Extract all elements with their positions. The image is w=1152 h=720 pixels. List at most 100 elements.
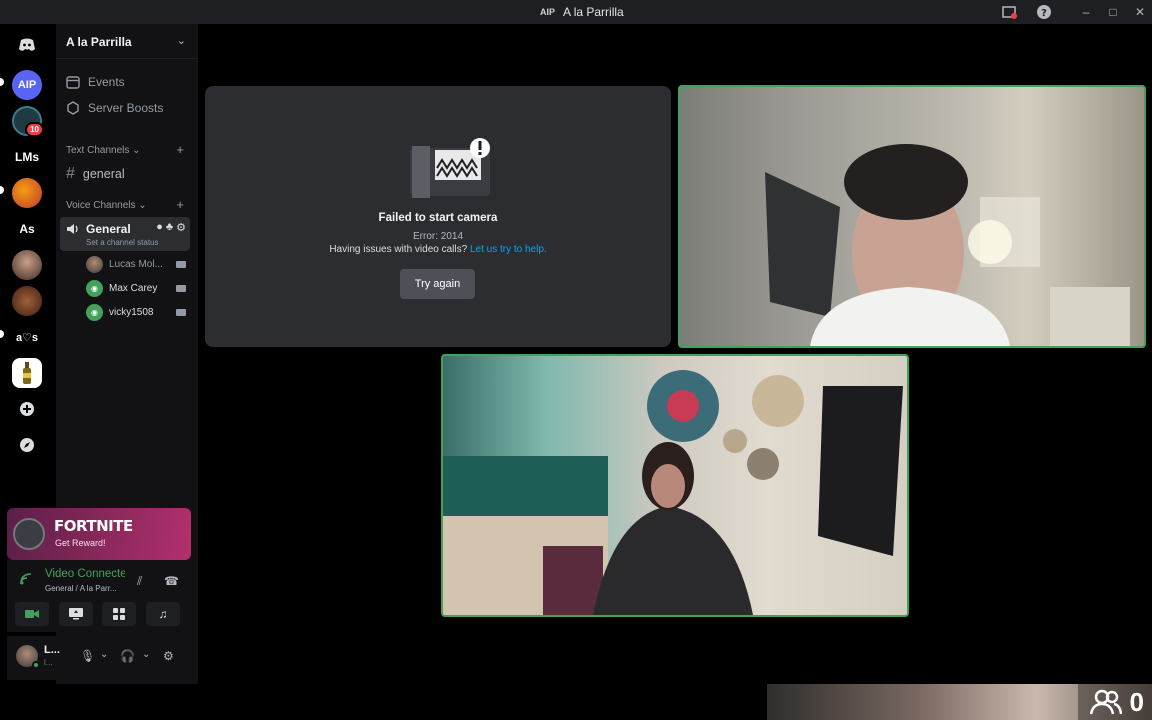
voice-channel-label: General	[86, 222, 131, 236]
help-icon[interactable]: ?	[1035, 4, 1053, 20]
hash-icon: #	[66, 165, 75, 182]
server-icon-as[interactable]: As	[12, 214, 42, 244]
video-tile[interactable]	[678, 85, 1146, 348]
events-label: Events	[88, 75, 125, 89]
svg-text:?: ?	[1041, 8, 1047, 19]
gear-icon[interactable]: ⚙	[163, 649, 174, 663]
gear-icon[interactable]: ⚙	[176, 221, 186, 234]
voice-member[interactable]: ◉ vicky1508	[86, 302, 190, 322]
voice-status: Video Connected	[45, 568, 125, 580]
server-label: a♡s	[15, 331, 39, 344]
calendar-icon	[66, 76, 80, 89]
discord-home-icon[interactable]	[12, 30, 42, 60]
video-camera-icon	[25, 610, 39, 618]
voice-location[interactable]: General / A la Parr...	[45, 584, 117, 593]
chevron-down-icon[interactable]: ⌄	[142, 649, 150, 660]
server-unread-pill	[0, 78, 4, 86]
chat-icon[interactable]: ●	[156, 221, 163, 234]
error-help: Having issues with video calls? Let us t…	[205, 244, 671, 255]
camera-button[interactable]	[15, 602, 49, 626]
broken-camera-illustration: ✖	[410, 138, 490, 198]
server-label: AIP	[17, 79, 37, 91]
window-title: AIP A la Parrilla	[540, 5, 624, 19]
voice-member[interactable]: Lucas Mol...	[86, 254, 190, 274]
server-icon-avatar[interactable]	[12, 250, 42, 280]
explore-icon[interactable]	[12, 430, 42, 460]
server-boosts-label: Server Boosts	[88, 101, 164, 115]
chevron-down-icon[interactable]: ⌄	[100, 649, 108, 660]
channel-status[interactable]: Set a channel status	[86, 238, 159, 247]
add-channel-icon[interactable]: +	[176, 142, 184, 157]
chevron-down-icon[interactable]: ⌄	[177, 34, 186, 47]
server-icon-react[interactable]: 10	[12, 106, 44, 137]
boost-icon	[67, 101, 79, 115]
disconnect-icon[interactable]: ☎	[164, 574, 179, 588]
headphones-icon[interactable]: 🎧	[120, 649, 135, 663]
online-status-icon	[32, 661, 40, 669]
server-icon-red[interactable]	[12, 178, 42, 208]
close-icon[interactable]: ✕	[1131, 4, 1149, 20]
activities-button[interactable]	[102, 602, 136, 626]
minimize-icon[interactable]: –	[1077, 4, 1095, 20]
category-text-channels[interactable]: Text Channels ⌄	[66, 145, 141, 156]
member-name: Lucas Mol...	[109, 258, 163, 270]
video-tile[interactable]	[441, 354, 909, 617]
try-again-button[interactable]: Try again	[400, 269, 475, 299]
game-logo-icon	[13, 518, 45, 550]
help-link[interactable]: Let us try to help.	[470, 244, 547, 255]
screen-share-icon	[69, 608, 83, 620]
server-unread-pill	[0, 186, 4, 194]
server-icon-lms[interactable]: LMs	[12, 142, 42, 172]
avatar: ◉	[86, 303, 103, 321]
username[interactable]: L...	[44, 644, 60, 656]
server-boosts-link[interactable]: Server Boosts	[66, 101, 163, 115]
maximize-icon[interactable]: □	[1104, 4, 1122, 20]
error-title: Failed to start camera	[378, 212, 498, 224]
user-substatus: l...	[44, 658, 53, 667]
microphone-icon[interactable]: 🎙	[80, 649, 95, 663]
add-channel-icon[interactable]: +	[176, 197, 184, 212]
mention-badge: 10	[25, 122, 44, 137]
voice-channel-general[interactable]: General Set a channel status ● ♣ ⚙	[60, 217, 190, 251]
avatar	[86, 255, 103, 273]
participant-count-value: 0	[1129, 686, 1144, 717]
server-name[interactable]: A la Parrilla	[66, 35, 132, 49]
category-label: Text Channels	[66, 145, 130, 156]
video-feed-image	[765, 144, 1130, 346]
soundboard-button[interactable]: ♫	[146, 602, 180, 626]
server-label: LMs	[15, 150, 39, 164]
channel-general-text[interactable]: # general	[66, 165, 125, 183]
video-icon	[176, 308, 186, 316]
server-icon-as-heart[interactable]: a♡s	[12, 322, 42, 352]
channel-label: general	[82, 167, 125, 181]
participant-count: 0	[1078, 684, 1152, 720]
server-icon-bottle[interactable]	[12, 358, 42, 388]
error-code: Error: 2014	[412, 231, 464, 242]
fortnite-promo-banner[interactable]: FORTNITE Get Reward!	[7, 508, 191, 560]
server-label: As	[19, 222, 35, 236]
noise-suppression-icon[interactable]: ⫽	[137, 574, 142, 589]
category-voice-channels[interactable]: Voice Channels ⌄	[66, 200, 147, 211]
title-bar: AIP A la Parrilla ? – □ ✕	[0, 0, 1152, 24]
screen-share-button[interactable]	[59, 602, 93, 626]
user-panel: L... l... 🎙 ⌄ 🎧 ⌄ ⚙	[7, 636, 191, 680]
video-icon	[176, 284, 186, 292]
picture-in-picture[interactable]: 0	[767, 684, 1152, 720]
events-link[interactable]: Events	[66, 75, 125, 89]
voice-connection-panel: Video Connected General / A la Parr... ⫽…	[7, 560, 191, 632]
inbox-icon[interactable]	[1000, 4, 1018, 20]
signal-icon[interactable]	[19, 572, 33, 586]
promo-title: FORTNITE	[54, 517, 133, 535]
server-icon-brown[interactable]	[12, 286, 42, 316]
invite-icon[interactable]: ♣	[166, 221, 173, 234]
voice-member[interactable]: ◉ Max Carey	[86, 278, 190, 298]
window-title-server-icon: AIP	[540, 7, 556, 17]
server-icon-aip[interactable]: AIP	[12, 70, 42, 100]
video-icon	[176, 260, 186, 268]
add-server-icon[interactable]	[12, 394, 42, 424]
speaker-icon	[67, 224, 78, 234]
help-text: Having issues with video calls?	[329, 244, 468, 255]
server-unread-pill	[0, 330, 4, 338]
window-title-text: A la Parrilla	[563, 5, 624, 19]
soundboard-icon: ♫	[158, 607, 168, 621]
